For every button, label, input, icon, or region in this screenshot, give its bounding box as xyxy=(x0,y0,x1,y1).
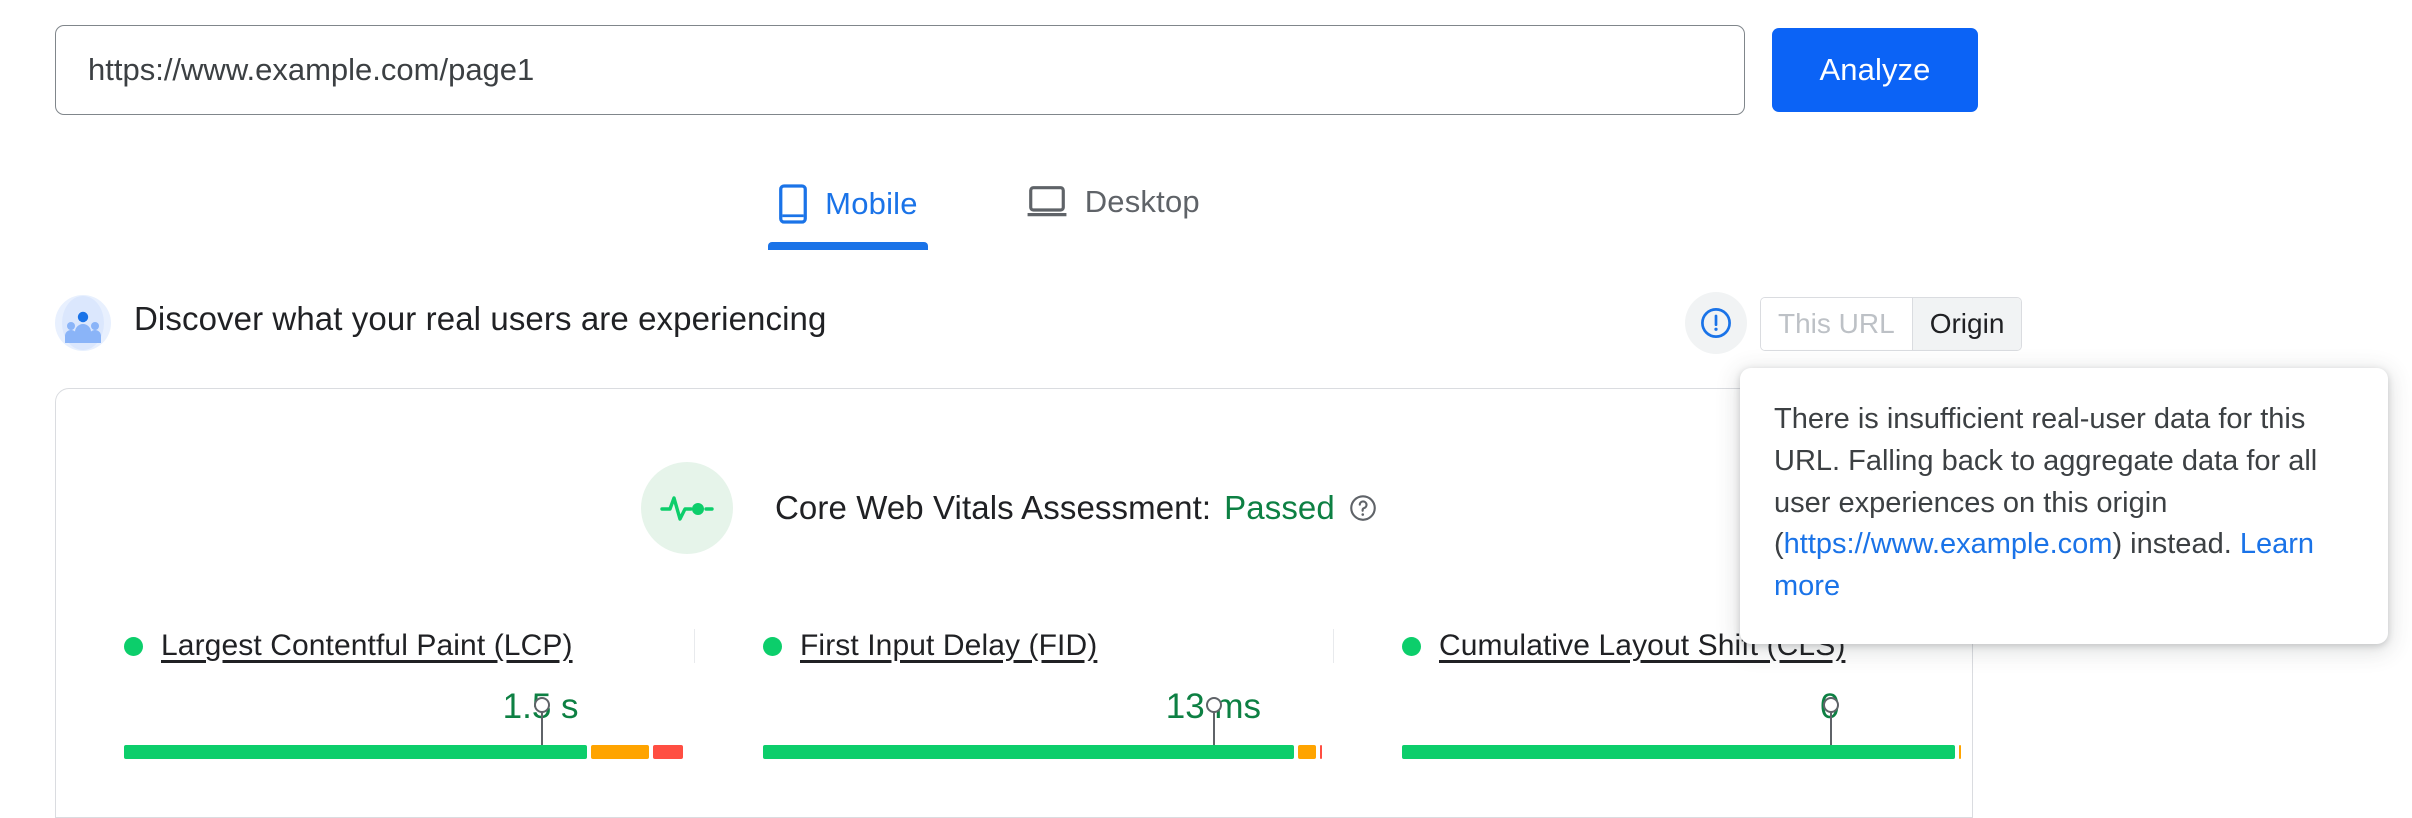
insufficient-data-tooltip: There is insufficient real-user data for… xyxy=(1740,368,2388,644)
page-title: Discover what your real users are experi… xyxy=(134,300,827,337)
tooltip-text-2: ) instead. xyxy=(2112,528,2240,561)
tab-desktop[interactable]: Desktop xyxy=(1002,178,1224,246)
metric-status-dot xyxy=(1402,636,1421,656)
core-web-vitals-assessment-row: Core Web Vitals Assessment: Passed xyxy=(641,462,1378,554)
metric-lcp: Largest Contentful Paint (LCP) 1.5 s xyxy=(56,629,694,759)
help-circle-icon[interactable] xyxy=(1348,493,1378,523)
metric-value-marker xyxy=(533,697,550,745)
metric-cls-distribution xyxy=(1402,697,1965,759)
metric-fid-distribution xyxy=(763,697,1326,759)
url-input[interactable] xyxy=(55,25,1745,115)
distribution-segment-poor xyxy=(1320,745,1322,759)
metric-lcp-label[interactable]: Largest Contentful Paint (LCP) xyxy=(161,629,573,663)
field-data-card: Core Web Vitals Assessment: Passed Large… xyxy=(55,388,1973,818)
metric-fid-label[interactable]: First Input Delay (FID) xyxy=(800,629,1097,663)
metric-value-marker xyxy=(1206,697,1223,745)
distribution-segment-needs-improvement xyxy=(1959,745,1961,759)
tooltip-origin-link[interactable]: https://www.example.com xyxy=(1784,528,2113,560)
assessment-prefix: Core Web Vitals Assessment: xyxy=(775,489,1212,526)
metric-status-dot xyxy=(124,636,143,656)
desktop-monitor-icon xyxy=(1026,185,1068,219)
metric-value-marker xyxy=(1822,697,1839,745)
distribution-segment-good xyxy=(1402,745,1956,759)
pagespeed-insights-page: Analyze Mobile Desktop xyxy=(0,0,2412,818)
metric-fid-header: First Input Delay (FID) xyxy=(763,629,1333,663)
analyze-button[interactable]: Analyze xyxy=(1772,28,1978,112)
info-circle-icon[interactable] xyxy=(1685,292,1747,354)
scope-option-origin[interactable]: Origin xyxy=(1911,298,2022,350)
assessment-status: Passed xyxy=(1224,489,1335,526)
core-web-vitals-metrics: Largest Contentful Paint (LCP) 1.5 s Fir… xyxy=(56,629,1972,759)
scope-option-this-url[interactable]: This URL xyxy=(1761,298,1912,350)
url-entry-row: Analyze xyxy=(55,25,1980,117)
real-user-data-icon xyxy=(55,295,111,351)
pulse-heartbeat-icon xyxy=(641,462,733,554)
distribution-segment-needs-improvement xyxy=(1297,745,1317,759)
distribution-segment-good xyxy=(124,745,588,759)
mobile-phone-icon xyxy=(778,184,808,224)
distribution-segment-poor xyxy=(653,745,683,759)
distribution-segment-good xyxy=(763,745,1294,759)
data-scope-toggle: This URL Origin xyxy=(1760,297,2023,351)
form-factor-tabs: Mobile Desktop xyxy=(0,178,1978,256)
metric-fid: First Input Delay (FID) 13 ms xyxy=(694,629,1333,759)
assessment-text: Core Web Vitals Assessment: Passed xyxy=(775,489,1378,527)
tab-mobile-label: Mobile xyxy=(825,186,918,221)
field-data-header-row: Discover what your real users are experi… xyxy=(55,292,2023,357)
tab-mobile[interactable]: Mobile xyxy=(754,178,942,250)
metric-lcp-distribution xyxy=(124,697,687,759)
metric-lcp-header: Largest Contentful Paint (LCP) xyxy=(124,629,694,663)
tab-desktop-label: Desktop xyxy=(1084,184,1200,219)
active-tab-indicator xyxy=(768,242,928,250)
distribution-segment-needs-improvement xyxy=(591,745,650,759)
metric-status-dot xyxy=(763,636,782,656)
